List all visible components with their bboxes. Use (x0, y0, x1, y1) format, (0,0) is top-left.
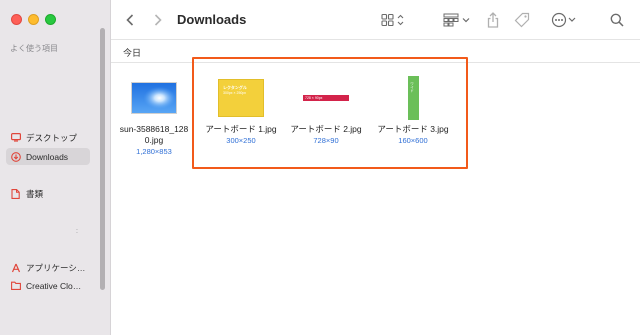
back-icon (126, 14, 134, 26)
group-icon (443, 13, 470, 27)
file-name: sun-3588618_128 0.jpg (114, 124, 194, 146)
desktop-icon (10, 132, 21, 143)
file-dimensions: 1,280×853 (136, 147, 172, 156)
sidebar-divider-mark: : (76, 228, 78, 235)
file-thumbnail (130, 76, 178, 120)
search-icon (610, 13, 624, 27)
file-name-line1: sun-3588618_128 (119, 124, 189, 134)
sidebar-item-label: アプリケーシ… (26, 262, 86, 273)
forward-button[interactable] (151, 10, 165, 30)
download-icon (10, 151, 21, 162)
share-button[interactable] (485, 10, 501, 30)
file-item-sun[interactable]: sun-3588618_128 0.jpg 1,280×853 (114, 76, 194, 157)
sidebar-item-label: Creative Clo… (26, 280, 82, 291)
group-button[interactable] (443, 10, 473, 30)
grid-view-icon (381, 13, 404, 27)
selection-highlight-box (192, 57, 468, 169)
back-button[interactable] (123, 10, 137, 30)
sidebar-section-favorites: よく使う項目 (10, 44, 58, 53)
sidebar-scrollbar[interactable] (100, 28, 105, 290)
more-icon (551, 12, 576, 28)
sidebar-item-label: デスクトップ (26, 132, 78, 143)
sidebar-item-documents[interactable]: 書類 (6, 185, 90, 202)
sidebar-item-label: 書類 (26, 188, 44, 199)
window-controls (11, 14, 56, 25)
document-icon (10, 188, 21, 199)
zoom-button[interactable] (45, 14, 56, 25)
sidebar-item-desktop[interactable]: デスクトップ (6, 129, 90, 146)
applications-icon (10, 262, 21, 273)
file-name-line2: 0.jpg (144, 135, 164, 145)
forward-icon (154, 14, 162, 26)
group-label-today: 今日 (123, 48, 142, 58)
tag-button[interactable] (513, 10, 531, 30)
window-title: Downloads (177, 12, 247, 27)
view-mode-button[interactable] (381, 10, 407, 30)
more-actions-button[interactable] (551, 10, 577, 30)
sidebar-item-label: Downloads (26, 151, 69, 162)
sidebar-item-downloads[interactable]: Downloads (6, 148, 90, 165)
minimize-button[interactable] (28, 14, 39, 25)
finder-window: よく使う項目 デスクトップ Downloads 書類 : アプリケーシ… Cre… (0, 0, 640, 335)
share-icon (487, 12, 499, 28)
folder-icon (10, 280, 21, 291)
tag-icon (514, 12, 530, 28)
toolbar: Downloads (111, 0, 640, 40)
search-button[interactable] (609, 10, 625, 30)
sidebar-item-creative-cloud[interactable]: Creative Clo… (6, 277, 90, 294)
sidebar-item-applications[interactable]: アプリケーシ… (6, 259, 90, 276)
close-button[interactable] (11, 14, 22, 25)
sidebar: よく使う項目 デスクトップ Downloads 書類 : アプリケーシ… Cre… (0, 0, 111, 335)
